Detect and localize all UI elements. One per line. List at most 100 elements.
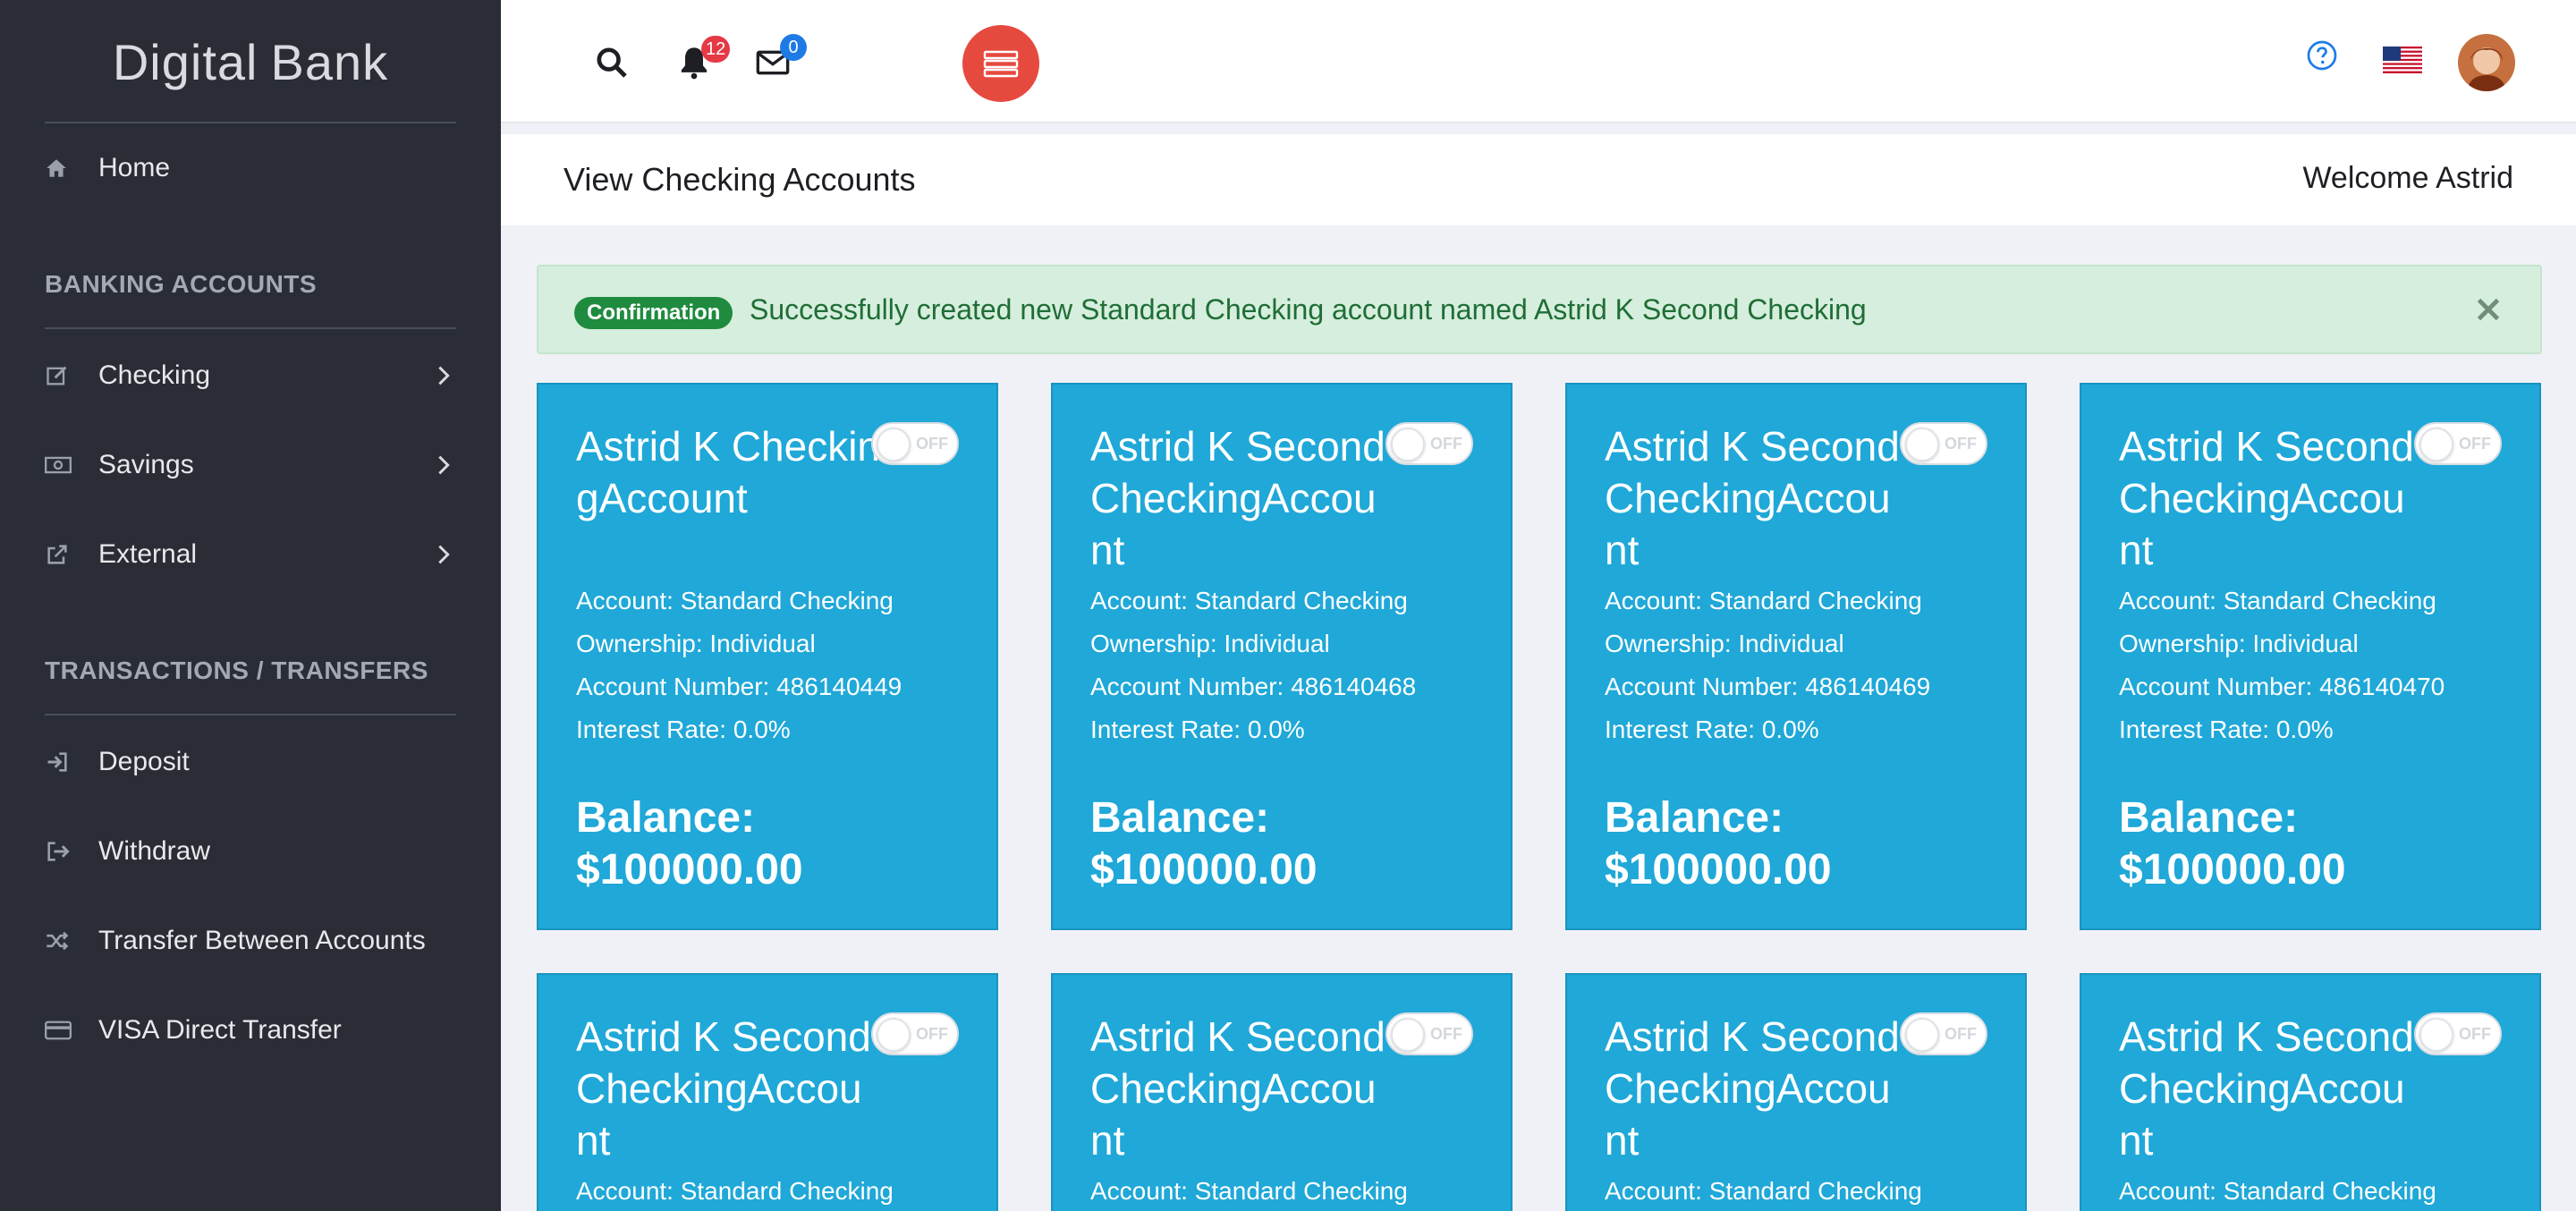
balance-amount: $100000.00 [576, 846, 803, 893]
account-ownership: Ownership: Individual [1090, 630, 1330, 657]
menu-icon [983, 50, 1019, 78]
money-icon [45, 453, 98, 477]
brand-part1: Digital [112, 33, 258, 90]
menu-toggle-button[interactable] [962, 25, 1039, 102]
account-number: Account Number: 486140449 [576, 673, 902, 700]
help-button[interactable] [2306, 39, 2338, 72]
search-button[interactable] [594, 45, 630, 80]
account-type: Account: Standard Checking [576, 587, 894, 614]
toggle-knob [1905, 428, 1939, 462]
messages-button[interactable]: 0 [755, 34, 807, 80]
user-avatar[interactable] [2458, 34, 2515, 91]
toggle-label: OFF [1945, 435, 1977, 453]
sidebar-item-transfer[interactable]: Transfer Between Accounts [45, 914, 456, 968]
sidebar-divider [45, 714, 456, 716]
account-card[interactable]: Astrid K Second CheckingAccount OFF Acco… [537, 973, 998, 1211]
sidebar-item-label: Checking [98, 360, 211, 390]
sidebar: Digital Bank Home BANKING ACCOUNTS Check… [0, 0, 501, 1211]
toggle-knob [2419, 1018, 2453, 1052]
account-name: Astrid K CheckingAccount [576, 423, 881, 521]
sidebar-item-savings[interactable]: Savings [45, 438, 456, 492]
toggle-label: OFF [1430, 435, 1462, 453]
account-toggle[interactable]: OFF [871, 1012, 959, 1055]
brand-logo[interactable]: Digital Bank [0, 0, 501, 123]
account-balance: Balance: $100000.00 [1605, 792, 1832, 896]
sidebar-item-label: Deposit [98, 747, 190, 776]
account-toggle[interactable]: OFF [1900, 422, 1987, 465]
account-toggle[interactable]: OFF [1385, 422, 1473, 465]
notifications-button[interactable]: 12 [676, 36, 731, 80]
interest-rate: Interest Rate: 0.0% [2119, 716, 2334, 743]
toggle-knob [1391, 1018, 1425, 1052]
account-name: Astrid K Second CheckingAccount [2119, 423, 2414, 573]
account-name: Astrid K Second CheckingAccount [2119, 1013, 2414, 1164]
account-number: Account Number: 486140469 [1605, 673, 1931, 700]
welcome-message: Welcome Astrid [2302, 161, 2513, 195]
section-title-banking: BANKING ACCOUNTS [45, 270, 318, 298]
account-ownership: Ownership: Individual [1605, 630, 1844, 657]
sidebar-item-external[interactable]: External [45, 528, 456, 581]
page-header: View Checking Accounts Welcome Astrid [501, 134, 2576, 225]
interest-rate: Interest Rate: 0.0% [576, 716, 791, 743]
search-icon [597, 47, 627, 78]
account-card[interactable]: Astrid K CheckingAccount OFF Account: St… [537, 383, 998, 930]
account-toggle[interactable]: OFF [871, 422, 959, 465]
account-ownership: Ownership: Individual [576, 630, 816, 657]
sidebar-item-home[interactable]: Home [45, 141, 456, 195]
account-card[interactable]: Astrid K Second CheckingAccount OFF Acco… [1565, 973, 2027, 1211]
sidebar-item-label: VISA Direct Transfer [98, 1015, 342, 1045]
toggle-knob [2419, 428, 2453, 462]
sign-out-icon [45, 839, 98, 864]
alert-message: Successfully created new Standard Checki… [750, 293, 1867, 326]
account-name: Astrid K Second CheckingAccount [1605, 1013, 1900, 1164]
chevron-right-icon [438, 545, 450, 564]
sidebar-item-label: External [98, 539, 198, 569]
account-balance: Balance: $100000.00 [1090, 792, 1318, 896]
sidebar-item-deposit[interactable]: Deposit [45, 735, 456, 789]
close-icon[interactable] [2472, 293, 2504, 326]
account-name: Astrid K Second CheckingAccount [1090, 1013, 1385, 1164]
account-balance: Balance: $100000.00 [576, 792, 803, 896]
account-type: Account: Standard Checking [576, 1177, 894, 1205]
us-flag-icon[interactable] [2383, 47, 2422, 73]
toggle-label: OFF [1945, 1025, 1977, 1043]
account-toggle[interactable]: OFF [1385, 1012, 1473, 1055]
account-card[interactable]: Astrid K Second CheckingAccount OFF Acco… [2080, 973, 2541, 1211]
sidebar-item-label: Home [98, 153, 171, 182]
toggle-knob [877, 428, 911, 462]
page-title: View Checking Accounts [564, 161, 916, 198]
account-toggle[interactable]: OFF [2414, 1012, 2502, 1055]
balance-label: Balance: [2119, 794, 2299, 842]
account-card[interactable]: Astrid K Second CheckingAccount OFF Acco… [1051, 383, 1513, 930]
account-card[interactable]: Astrid K Second CheckingAccount OFF Acco… [2080, 383, 2541, 930]
account-type: Account: Standard Checking [1605, 587, 1922, 614]
sidebar-item-label: Withdraw [98, 836, 211, 866]
toggle-label: OFF [916, 435, 948, 453]
account-name: Astrid K Second CheckingAccount [576, 1013, 871, 1164]
account-toggle[interactable]: OFF [2414, 422, 2502, 465]
toggle-label: OFF [1430, 1025, 1462, 1043]
account-ownership: Ownership: Individual [2119, 630, 2359, 657]
sidebar-item-visa[interactable]: VISA Direct Transfer [45, 1004, 456, 1057]
account-toggle[interactable]: OFF [1900, 1012, 1987, 1055]
section-title-transactions: TRANSACTIONS / TRANSFERS [45, 656, 428, 684]
sidebar-item-checking[interactable]: Checking [45, 349, 456, 402]
balance-label: Balance: [1605, 794, 1784, 842]
balance-label: Balance: [1090, 794, 1270, 842]
account-number: Account Number: 486140468 [1090, 673, 1417, 700]
sidebar-divider [45, 327, 456, 329]
balance-amount: $100000.00 [1605, 846, 1832, 893]
account-name: Astrid K Second CheckingAccount [1090, 423, 1385, 573]
toggle-knob [877, 1018, 911, 1052]
brand-part2: Bank [270, 33, 389, 90]
sidebar-divider [45, 122, 456, 123]
account-name: Astrid K Second CheckingAccount [1605, 423, 1900, 573]
toggle-label: OFF [2459, 1025, 2491, 1043]
sign-in-icon [45, 749, 98, 775]
toggle-knob [1905, 1018, 1939, 1052]
account-card[interactable]: Astrid K Second CheckingAccount OFF Acco… [1051, 973, 1513, 1211]
sidebar-item-withdraw[interactable]: Withdraw [45, 825, 456, 878]
account-card[interactable]: Astrid K Second CheckingAccount OFF Acco… [1565, 383, 2027, 930]
edit-icon [45, 363, 98, 388]
account-type: Account: Standard Checking [1090, 1177, 1408, 1205]
